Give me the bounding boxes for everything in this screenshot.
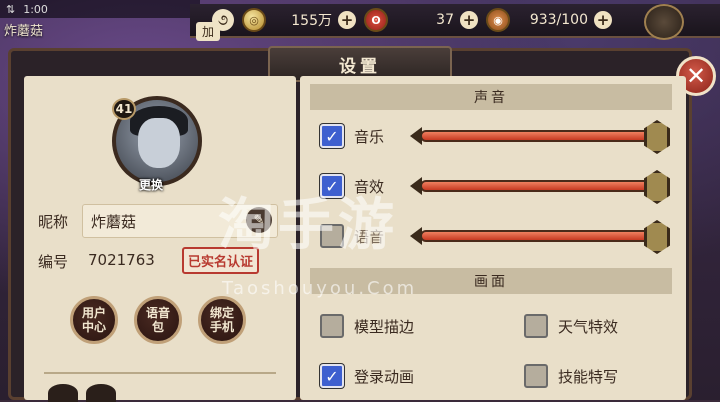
sfx-slider[interactable]: [410, 170, 670, 204]
social-row: [48, 384, 116, 402]
avatar-face: [138, 118, 180, 168]
slider-tip: [410, 127, 422, 145]
voice-checkbox[interactable]: [320, 224, 344, 248]
login-anim-checkbox[interactable]: ✓: [320, 364, 344, 388]
login-anim-label: 登录动画: [354, 368, 415, 386]
settings-panel: 声音 ✓ 音乐 ✓ 音效 语音 画面 模型描边 天气特效 ✓ 登录动画 技能特写: [300, 76, 686, 400]
social-icon[interactable]: [86, 384, 116, 402]
resource-coins: ◎ 155万 +: [242, 7, 356, 33]
sfx-label: 音效: [354, 178, 385, 196]
stamina-icon: ◉: [486, 8, 510, 32]
social-icon[interactable]: [48, 384, 78, 402]
resource-bar: ૭ ◎ 155万 + ʘ 37 + ◉ 933/100 +: [190, 4, 720, 38]
add-coins-button[interactable]: +: [338, 11, 356, 29]
slider-tip: [410, 177, 422, 195]
weather-checkbox[interactable]: [524, 314, 548, 338]
music-slider[interactable]: [410, 120, 670, 154]
coin-icon: ◎: [242, 8, 266, 32]
level-badge: 41: [112, 98, 136, 120]
resource-magatama: ʘ 37 +: [364, 7, 478, 33]
sfx-checkbox[interactable]: ✓: [320, 174, 344, 198]
music-label: 音乐: [354, 128, 385, 146]
voice-slider[interactable]: [410, 220, 670, 254]
sfx-slider-knob[interactable]: [644, 170, 670, 204]
music-checkbox[interactable]: ✓: [320, 124, 344, 148]
skill-closeup-label: 技能特写: [558, 368, 619, 386]
close-icon[interactable]: ✕: [686, 62, 706, 90]
verified-stamp: 已实名认证: [182, 247, 260, 274]
divider: [44, 372, 276, 374]
nickname-label: 昵称: [38, 213, 69, 231]
resource-stamina: ◉ 933/100 +: [486, 7, 612, 33]
voice-label: 语音: [354, 228, 385, 246]
slider-tip: [410, 227, 422, 245]
player-name-top: 炸蘑菇: [4, 24, 44, 39]
weather-label: 天气特效: [558, 318, 619, 336]
id-label: 编号: [38, 253, 69, 271]
bind-phone-button[interactable]: 绑定 手机: [198, 296, 246, 344]
status-time: 1:00: [23, 2, 48, 16]
sound-heading: 声音: [310, 84, 672, 110]
outline-checkbox[interactable]: [320, 314, 344, 338]
signal-icon: ⇅: [6, 2, 16, 16]
status-bar: ⇅ 1:00: [0, 0, 200, 18]
scroll-tag[interactable]: 加: [196, 22, 221, 41]
add-stamina-button[interactable]: +: [594, 11, 612, 29]
change-avatar-label[interactable]: 更换: [139, 176, 163, 193]
skill-closeup-checkbox[interactable]: [524, 364, 548, 388]
edit-name-icon[interactable]: ✎: [246, 207, 272, 233]
magatama-icon: ʘ: [364, 8, 388, 32]
player-id: 7021763: [88, 251, 155, 269]
outline-label: 模型描边: [354, 318, 415, 336]
profile-panel: 41 更换 昵称 炸蘑菇 ✎ 编号 7021763 已实名认证 用户 中心 语音…: [24, 76, 296, 402]
voice-pack-button[interactable]: 语音 包: [134, 296, 182, 344]
voice-slider-knob[interactable]: [644, 220, 670, 254]
top-avatar[interactable]: [644, 4, 684, 40]
user-center-button[interactable]: 用户 中心: [70, 296, 118, 344]
graphics-heading: 画面: [310, 268, 672, 294]
add-magatama-button[interactable]: +: [460, 11, 478, 29]
music-slider-knob[interactable]: [644, 120, 670, 154]
